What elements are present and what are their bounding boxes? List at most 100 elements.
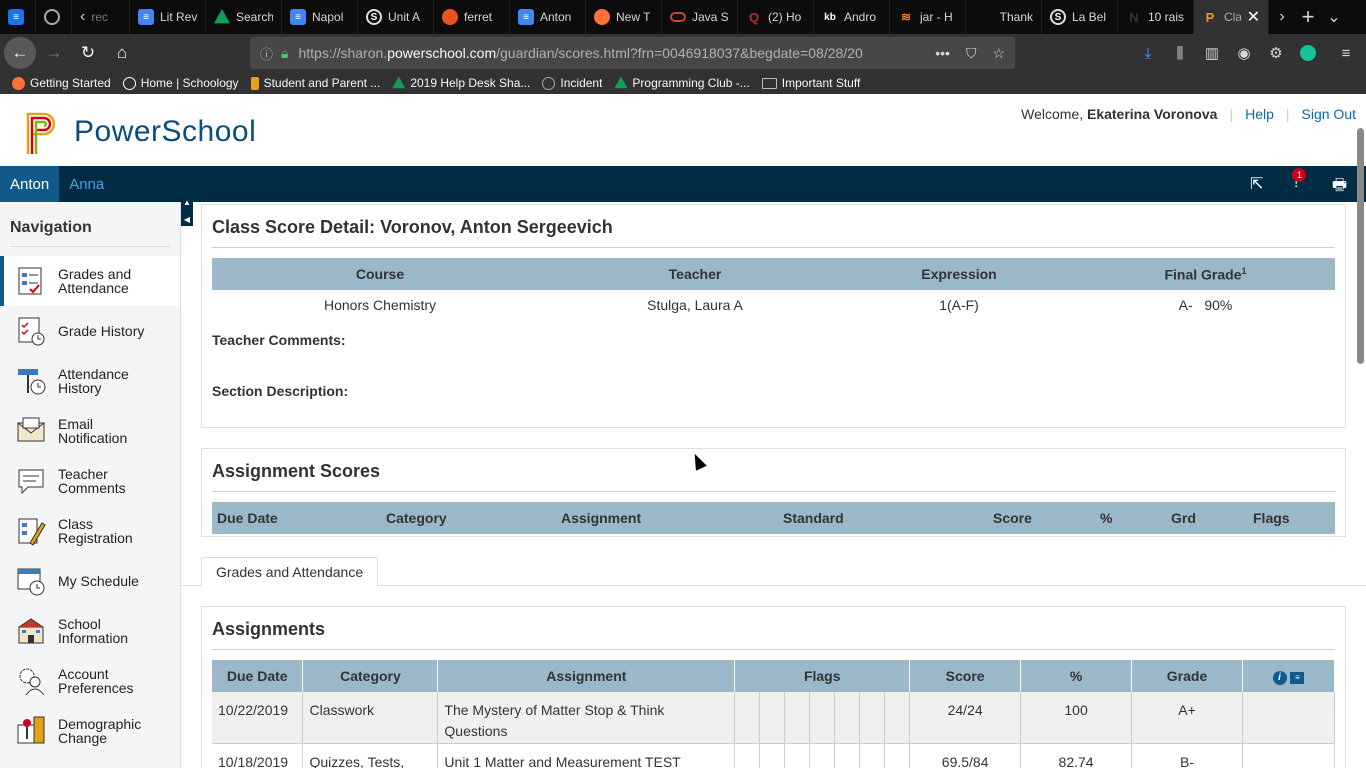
powerschool-icon <box>250 76 259 90</box>
browser-tab[interactable]: Java S <box>662 0 738 34</box>
flag-cell <box>759 692 786 744</box>
bookmark-help-desk[interactable]: 2019 Help Desk Sha... <box>392 76 530 90</box>
page-actions-icon[interactable]: ••• <box>935 45 950 62</box>
browser-tab[interactable]: kb Andro <box>814 0 890 34</box>
flag-cell <box>834 743 861 768</box>
sign-out-link[interactable]: Sign Out <box>1302 106 1356 122</box>
grade-cell: A+ <box>1131 692 1243 744</box>
assignment-scores-panel: Assignment Scores Due Date Category Assi… <box>201 448 1346 537</box>
powerschool-logo[interactable]: PowerSchool <box>24 110 256 154</box>
student-tab-anton[interactable]: Anton <box>0 166 60 202</box>
quora-icon: Q <box>748 9 760 25</box>
globe-icon <box>542 76 556 90</box>
pocket-icon[interactable]: ⛉ <box>966 45 977 62</box>
navigation-sidebar: Navigation Grades and Attendance Grade Hi… <box>0 202 181 768</box>
sidebar-item-label: Account Preferences <box>58 666 134 696</box>
close-tab-icon[interactable]: ✕ <box>1247 7 1260 27</box>
url-bar[interactable]: ⓘ 🔒︎ https://sharon.powerschool.com/guar… <box>250 37 1015 69</box>
sidebar-item-class-registration[interactable]: Class Registration <box>0 506 180 556</box>
browser-tab[interactable]: ≡ Lit Rev <box>130 0 206 34</box>
flag-cell <box>759 743 786 768</box>
alert-icon[interactable]: ! 1 <box>1292 168 1307 192</box>
browser-tab[interactable]: S Unit A <box>358 0 434 34</box>
sidebar-item-grades-attendance[interactable]: Grades and Attendance <box>0 256 180 306</box>
score-header: Score <box>993 510 1032 526</box>
sidebar-item-attendance-history[interactable]: Attendance History <box>0 356 180 406</box>
menu-icon[interactable]: ≡ <box>1332 37 1360 69</box>
sidebar-item-teacher-comments[interactable]: Teacher Comments <box>0 456 180 506</box>
assignments-header-row: Due Date Category Assignment Flags Score… <box>212 660 1336 692</box>
browser-tab[interactable]: ≡ Napol <box>282 0 358 34</box>
browser-tab[interactable]: Q (2) Ho <box>738 0 814 34</box>
download-icon[interactable]: ⤓ <box>1134 37 1162 69</box>
folder-icon <box>761 77 777 89</box>
category-cell: Quizzes, Tests, Projects <box>302 743 439 768</box>
bookmark-programming-club[interactable]: Programming Club -... <box>614 76 750 90</box>
comment-cell <box>1242 692 1336 744</box>
assignment-cell[interactable]: The Mystery of Matter Stop & Think Quest… <box>437 692 736 744</box>
grammarly-icon[interactable] <box>1294 37 1322 69</box>
sidebar-item-label: Email Notification <box>58 416 128 446</box>
extension-icon[interactable]: ⚙ <box>1262 37 1290 69</box>
score-cell: 24/24 <box>909 692 1022 744</box>
comment-icon[interactable]: ≡ <box>1290 672 1305 684</box>
bookmark-incident[interactable]: Incident <box>542 76 602 90</box>
bookmark-star-icon[interactable]: ☆ <box>992 45 1005 62</box>
browser-tab-active[interactable]: P Cla ✕ <box>1194 0 1269 34</box>
bookmark-getting-started[interactable]: Getting Started <box>12 76 111 90</box>
external-link-icon[interactable]: ⇱ <box>1250 174 1263 194</box>
browser-tab[interactable]: S La Bel <box>1042 0 1118 34</box>
account-icon[interactable]: ◉ <box>1230 37 1258 69</box>
browser-tab[interactable]: Search <box>206 0 282 34</box>
browser-tab[interactable] <box>36 0 72 34</box>
browser-tab[interactable]: ≡ <box>0 0 36 34</box>
sidebar-item-grade-history[interactable]: Grade History <box>0 306 180 356</box>
browser-tab[interactable]: ≋ jar - H <box>890 0 966 34</box>
sidebar-item-my-schedule[interactable]: My Schedule <box>0 556 180 606</box>
docs-icon: ≡ <box>518 9 534 25</box>
browser-tab[interactable]: Thank <box>966 0 1042 34</box>
sidebar-item-label: Teacher Comments <box>58 466 126 496</box>
sidebar-collapse-toggle[interactable]: ▲ ◀ <box>181 196 193 226</box>
bookmark-student-parent[interactable]: Student and Parent ... <box>250 76 380 90</box>
browser-tab[interactable]: New T <box>586 0 662 34</box>
sidebar-item-demographic-change[interactable]: Demographic Change <box>0 706 180 756</box>
student-tab-anna[interactable]: Anna <box>59 166 114 202</box>
navigation-title: Navigation <box>10 219 170 247</box>
forward-button[interactable]: → <box>38 37 70 69</box>
assignment-cell[interactable]: Unit 1 Matter and Measurement TEST <box>437 743 736 768</box>
tab-scroll-right-icon[interactable]: › <box>1269 0 1295 34</box>
scrollbar-thumb[interactable] <box>1357 128 1364 364</box>
info-icon[interactable]: i <box>1272 671 1287 685</box>
page-scrollbar[interactable] <box>1356 94 1366 768</box>
reload-button[interactable]: ↻ <box>72 37 104 69</box>
browser-tab[interactable]: ≡ Anton <box>510 0 586 34</box>
library-icon[interactable]: ⫼ <box>1166 37 1194 69</box>
assignments-table: Due Date Category Assignment Flags Score… <box>212 660 1336 768</box>
url-text[interactable]: https://sharon.powerschool.com/guardian/… <box>298 45 935 61</box>
new-tab-icon[interactable]: + <box>1295 0 1321 34</box>
back-button[interactable]: ← <box>4 37 36 69</box>
home-button[interactable]: ⌂ <box>106 37 138 69</box>
info-comment-header: i ≡ <box>1242 660 1336 692</box>
print-icon[interactable]: 🖶︎ <box>1332 174 1347 201</box>
browser-tab[interactable]: N 10 rais <box>1118 0 1194 34</box>
sidebar-item-email-notification[interactable]: Email Notification <box>0 406 180 456</box>
table-row[interactable]: 10/22/2019 Classwork The Mystery of Matt… <box>212 692 1336 744</box>
sidebar-item-account-preferences[interactable]: Account Preferences <box>0 656 180 706</box>
browser-tab[interactable]: ‹ rec <box>72 0 130 34</box>
info-icon[interactable]: ⓘ <box>260 44 273 63</box>
schedule-icon <box>17 568 45 596</box>
help-link[interactable]: Help <box>1245 106 1274 122</box>
tab-grades-and-attendance[interactable]: Grades and Attendance <box>201 557 379 587</box>
class-score-detail-panel: Class Score Detail: Voronov, Anton Serge… <box>201 204 1346 428</box>
tab-list-icon[interactable]: ⌄ <box>1321 0 1347 34</box>
bookmark-schoology[interactable]: Home | Schoology <box>122 76 239 90</box>
sidebar-item-school-information[interactable]: School Information <box>0 606 180 656</box>
table-row[interactable]: 10/18/2019 Quizzes, Tests, Projects Unit… <box>212 743 1336 768</box>
bookmark-folder-important[interactable]: Important Stuff <box>761 76 860 90</box>
netflix-icon: N <box>1129 9 1139 25</box>
browser-tab[interactable]: ferret <box>434 0 510 34</box>
email-icon <box>17 417 45 442</box>
sidebar-toggle-icon[interactable]: ▥ <box>1198 37 1226 69</box>
